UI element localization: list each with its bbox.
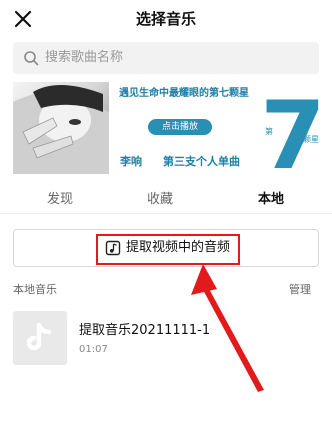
annotation-arrow-icon [191,264,264,392]
tab-local[interactable]: 本地 [241,186,301,214]
search-icon [24,51,39,66]
search-input[interactable]: 搜索歌曲名称 [45,42,123,74]
banner-side-right: 颗星 [303,135,319,144]
track-duration: 01:07 [79,344,108,355]
tab-bar: 发现 收藏 本地 [0,186,332,214]
page-title: 选择音乐 [135,10,196,28]
tab-favorites[interactable]: 收藏 [130,186,190,214]
tab-discover[interactable]: 发现 [30,186,90,214]
seven-graphic: 7 第 颗星 [263,84,319,174]
manage-button[interactable]: 管理 [289,281,311,297]
banner-photo [13,82,109,174]
banner-album: 第三支个人单曲 [163,155,240,168]
music-note-icon [27,323,52,351]
banner-play-button[interactable]: 点击播放 [148,119,212,135]
banner-slogan: 遇见生命中最耀眼的第七颗星 [119,88,249,99]
top-bar: 选择音乐 [0,0,332,38]
search-bar[interactable]: 搜索歌曲名称 [13,42,319,74]
promo-banner[interactable]: 遇见生命中最耀眼的第七颗星 点击播放 李响 第三支个人单曲 7 第 颗星 [13,82,319,174]
extract-audio-label: 提取视频中的音频 [126,240,231,255]
banner-singer: 李响 [120,155,142,168]
local-music-label: 本地音乐 [13,283,57,296]
video-music-icon [105,240,121,256]
banner-side-left: 第 [265,126,273,136]
